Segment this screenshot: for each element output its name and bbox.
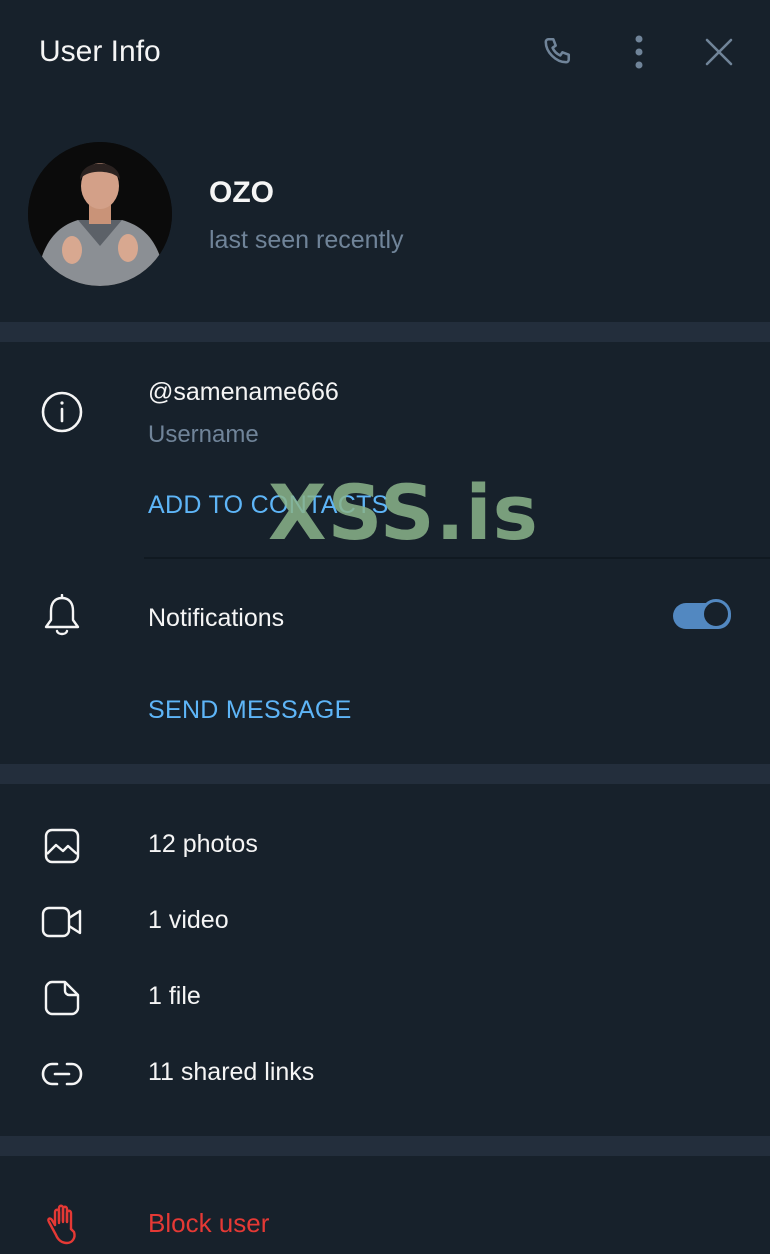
section-separator	[0, 1136, 770, 1156]
bell-icon	[44, 594, 80, 636]
username-value[interactable]: @samename666	[148, 378, 339, 407]
media-row-files[interactable]: 1 file	[0, 966, 770, 1030]
media-section: 12 photos 1 video 1 file 11 shared links	[0, 784, 770, 1136]
toggle-knob	[701, 599, 731, 629]
file-icon	[44, 980, 80, 1016]
media-label: 11 shared links	[148, 1058, 315, 1086]
close-button[interactable]	[697, 30, 741, 74]
video-icon	[41, 906, 82, 938]
block-user-button[interactable]: Block user	[148, 1208, 269, 1239]
bell-icon-wrap	[40, 594, 84, 638]
header: User Info	[0, 0, 770, 106]
media-row-photos[interactable]: 12 photos	[0, 814, 770, 878]
media-row-videos[interactable]: 1 video	[0, 890, 770, 954]
hand-icon-wrap	[42, 1202, 86, 1246]
media-label: 12 photos	[148, 830, 258, 858]
contact-name: OZO	[209, 176, 274, 209]
photo-icon-wrap	[40, 824, 84, 868]
info-section: @samename666 Username ADD TO CONTACTS No…	[0, 342, 770, 764]
panel-title: User Info	[39, 35, 161, 68]
close-icon	[705, 38, 733, 66]
divider	[144, 557, 770, 559]
avatar-photo	[28, 142, 172, 286]
last-seen-status: last seen recently	[209, 226, 404, 254]
more-button[interactable]	[617, 30, 661, 74]
media-row-links[interactable]: 11 shared links	[0, 1042, 770, 1106]
hand-stop-icon	[47, 1204, 76, 1245]
info-icon-wrap	[40, 390, 84, 434]
section-separator	[0, 764, 770, 784]
video-icon-wrap	[40, 900, 84, 944]
call-button[interactable]	[537, 30, 581, 74]
section-separator	[0, 322, 770, 342]
notifications-label: Notifications	[148, 604, 285, 632]
phone-icon	[544, 37, 571, 64]
link-icon	[41, 1062, 83, 1086]
block-section: Block user	[0, 1156, 770, 1254]
media-label: 1 video	[148, 906, 229, 934]
send-message-button[interactable]: SEND MESSAGE	[148, 696, 352, 725]
photo-icon	[44, 828, 80, 864]
profile-section: OZO last seen recently	[0, 106, 770, 322]
username-label: Username	[148, 421, 259, 448]
add-to-contacts-button[interactable]: ADD TO CONTACTS	[148, 491, 389, 520]
info-icon	[41, 391, 83, 433]
notifications-toggle[interactable]	[673, 599, 731, 633]
more-vertical-icon	[635, 35, 643, 69]
file-icon-wrap	[40, 976, 84, 1020]
media-label: 1 file	[148, 982, 201, 1010]
link-icon-wrap	[40, 1052, 84, 1096]
avatar[interactable]	[28, 142, 172, 286]
